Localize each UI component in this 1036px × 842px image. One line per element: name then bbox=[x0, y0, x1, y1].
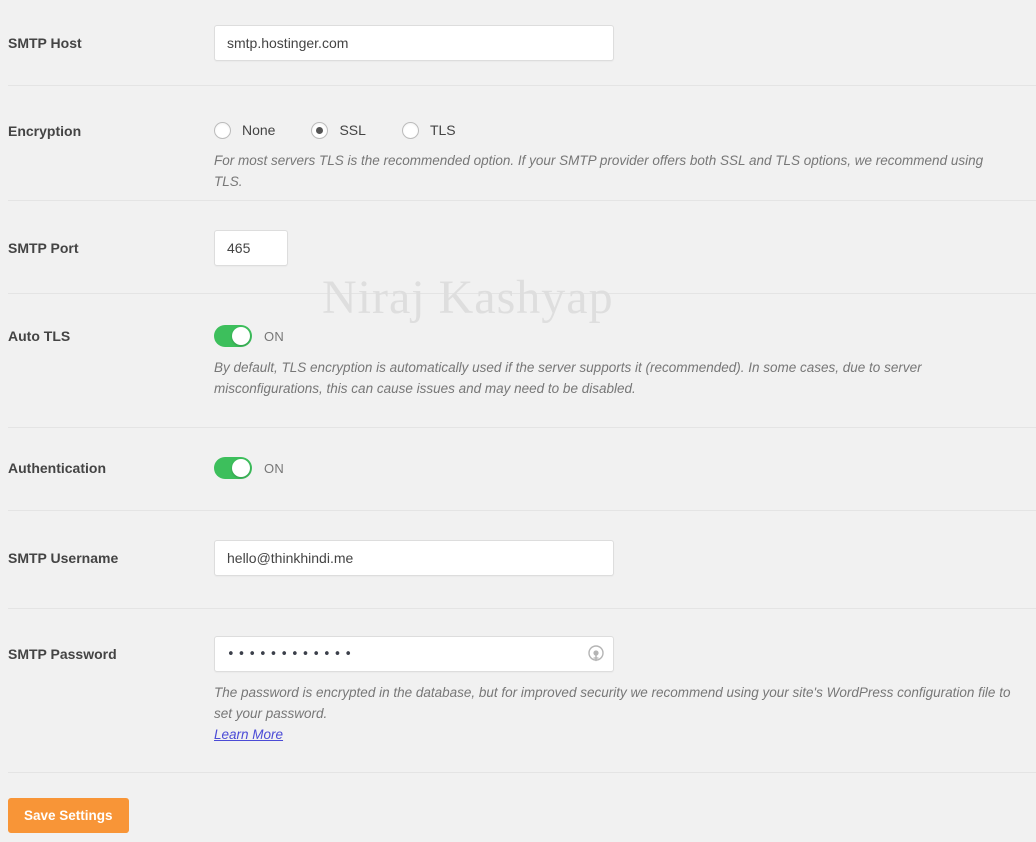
authentication-toggle-knob bbox=[232, 459, 250, 477]
divider-before-save bbox=[8, 772, 1036, 773]
auto-tls-toggle-track[interactable] bbox=[214, 325, 252, 347]
encryption-option-none[interactable]: None bbox=[214, 122, 275, 139]
auto-tls-toggle-knob bbox=[232, 327, 250, 345]
smtp-port-label: SMTP Port bbox=[8, 239, 79, 257]
auto-tls-state-label: ON bbox=[264, 329, 284, 344]
eye-icon[interactable] bbox=[586, 644, 606, 664]
authentication-state-label: ON bbox=[264, 461, 284, 476]
divider-after-smtp-port bbox=[8, 293, 1036, 294]
encryption-control: None SSL TLS bbox=[214, 122, 456, 139]
smtp-password-control: •••••••••••• bbox=[214, 636, 614, 672]
learn-more-link[interactable]: Learn More bbox=[214, 724, 283, 745]
smtp-host-label: SMTP Host bbox=[8, 34, 82, 52]
smtp-username-input[interactable] bbox=[214, 540, 614, 576]
encryption-description: For most servers TLS is the recommended … bbox=[214, 150, 1014, 192]
divider-after-encryption bbox=[8, 200, 1036, 201]
radio-circle-ssl[interactable] bbox=[311, 122, 328, 139]
smtp-settings-form: Niraj Kashyap SMTP Host Encryption None … bbox=[0, 0, 1036, 842]
smtp-password-label: SMTP Password bbox=[8, 645, 117, 663]
save-settings-button[interactable]: Save Settings bbox=[8, 798, 129, 833]
auto-tls-description: By default, TLS encryption is automatica… bbox=[214, 357, 929, 399]
encryption-option-ssl-label: SSL bbox=[339, 122, 365, 139]
radio-circle-none[interactable] bbox=[214, 122, 231, 139]
divider-after-authentication bbox=[8, 510, 1036, 511]
smtp-port-input[interactable] bbox=[214, 230, 288, 266]
smtp-port-control bbox=[214, 230, 288, 266]
smtp-password-description-text: The password is encrypted in the databas… bbox=[214, 685, 1010, 721]
auto-tls-label: Auto TLS bbox=[8, 327, 70, 345]
authentication-control: ON bbox=[214, 457, 284, 479]
smtp-password-wrap: •••••••••••• bbox=[214, 636, 614, 672]
watermark-text: Niraj Kashyap bbox=[322, 270, 614, 325]
smtp-username-label: SMTP Username bbox=[8, 549, 118, 567]
auto-tls-control: ON bbox=[214, 325, 284, 347]
divider-after-smtp-host bbox=[8, 85, 1036, 86]
auto-tls-toggle[interactable]: ON bbox=[214, 325, 284, 347]
encryption-option-ssl[interactable]: SSL bbox=[311, 122, 365, 139]
smtp-password-input[interactable] bbox=[214, 636, 614, 672]
encryption-option-none-label: None bbox=[242, 122, 275, 139]
smtp-host-input[interactable] bbox=[214, 25, 614, 61]
authentication-toggle[interactable]: ON bbox=[214, 457, 284, 479]
authentication-label: Authentication bbox=[8, 459, 106, 477]
encryption-option-tls-label: TLS bbox=[430, 122, 456, 139]
encryption-label: Encryption bbox=[8, 122, 81, 140]
smtp-password-description: The password is encrypted in the databas… bbox=[214, 682, 1014, 745]
authentication-toggle-track[interactable] bbox=[214, 457, 252, 479]
radio-circle-tls[interactable] bbox=[402, 122, 419, 139]
divider-after-smtp-username bbox=[8, 608, 1036, 609]
smtp-host-control bbox=[214, 25, 614, 61]
encryption-radio-group: None SSL TLS bbox=[214, 122, 456, 139]
smtp-username-control bbox=[214, 540, 614, 576]
encryption-option-tls[interactable]: TLS bbox=[402, 122, 456, 139]
divider-after-auto-tls bbox=[8, 427, 1036, 428]
